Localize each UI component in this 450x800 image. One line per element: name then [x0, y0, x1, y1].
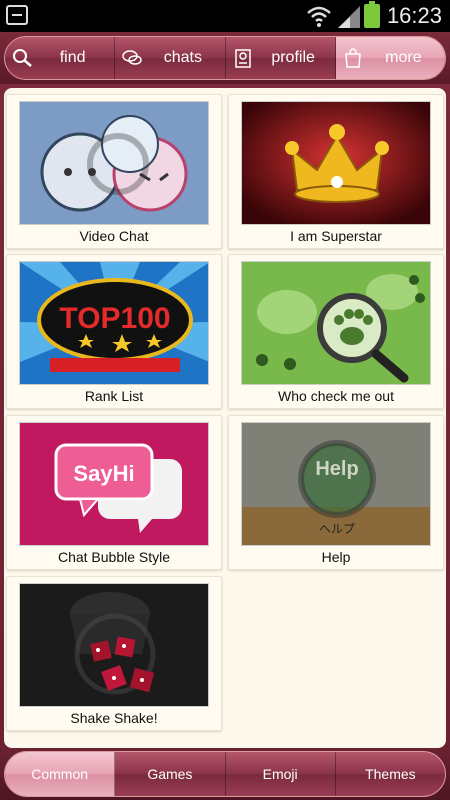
dice-icon	[19, 583, 209, 707]
tile-label: Who check me out	[278, 388, 394, 404]
video-chat-icon	[19, 101, 209, 225]
chat-bubbles-icon	[122, 50, 142, 65]
crown-icon	[241, 101, 431, 225]
feature-grid: Video Chat I am Superstar TOP100 Rank Li…	[4, 88, 446, 748]
sayhi-bubble-icon: SayHi	[19, 422, 209, 546]
tile-who-check-me-out[interactable]: Who check me out	[228, 254, 444, 409]
tile-label: I am Superstar	[290, 228, 382, 244]
wifi-icon	[307, 6, 331, 27]
tab-common[interactable]: Common	[5, 752, 116, 796]
nav-chats[interactable]: chats	[115, 37, 226, 79]
notification-icon	[6, 5, 28, 25]
bottom-tab-bar: Common Games Emoji Themes	[4, 751, 446, 797]
signal-icon	[338, 6, 360, 28]
nav-more[interactable]: more	[335, 37, 445, 79]
tab-emoji[interactable]: Emoji	[226, 752, 336, 796]
battery-icon	[364, 1, 380, 28]
tile-shake-shake[interactable]: Shake Shake!	[6, 576, 222, 731]
top-nav: find chats profile more	[0, 32, 450, 84]
profile-card-icon	[234, 49, 251, 68]
shopping-bag-icon	[344, 48, 361, 68]
top-nav-bar: find chats profile more	[4, 36, 446, 80]
nav-profile[interactable]: profile	[226, 37, 336, 79]
status-time: 16:23	[386, 3, 442, 28]
svg-text:Help: Help	[315, 458, 358, 480]
svg-text:TOP100: TOP100	[59, 302, 170, 335]
nav-more-label: more	[385, 49, 422, 66]
tile-label: Rank List	[84, 388, 144, 404]
tile-video-chat[interactable]: Video Chat	[6, 94, 222, 249]
svg-text:ヘルプ: ヘルプ	[319, 522, 355, 536]
content-area: Video Chat I am Superstar TOP100 Rank Li…	[0, 84, 450, 748]
nav-chats-label: chats	[163, 49, 202, 66]
help-icon: Help ヘルプ	[241, 422, 431, 546]
tile-label: Help	[321, 549, 351, 565]
tile-label: Video Chat	[79, 228, 149, 244]
status-bar: 16:23	[0, 0, 450, 32]
tile-label: Shake Shake!	[70, 710, 158, 726]
nav-find[interactable]: find	[5, 37, 116, 79]
tile-rank-list[interactable]: TOP100 Rank List	[6, 254, 222, 409]
tile-chat-bubble-style[interactable]: SayHi Chat Bubble Style	[6, 415, 222, 570]
paw-magnifier-icon	[241, 261, 431, 385]
svg-text:SayHi: SayHi	[73, 461, 134, 486]
search-icon	[13, 49, 32, 67]
nav-profile-label: profile	[271, 49, 315, 66]
tab-themes[interactable]: Themes	[336, 752, 445, 796]
top100-icon: TOP100	[19, 261, 209, 385]
nav-find-label: find	[59, 49, 86, 66]
tile-superstar[interactable]: I am Superstar	[228, 94, 444, 249]
bottom-nav: Common Games Emoji Themes	[0, 748, 450, 800]
tab-games[interactable]: Games	[115, 752, 226, 796]
tile-label: Chat Bubble Style	[57, 549, 171, 565]
tile-help[interactable]: Help ヘルプ Help	[228, 415, 444, 570]
